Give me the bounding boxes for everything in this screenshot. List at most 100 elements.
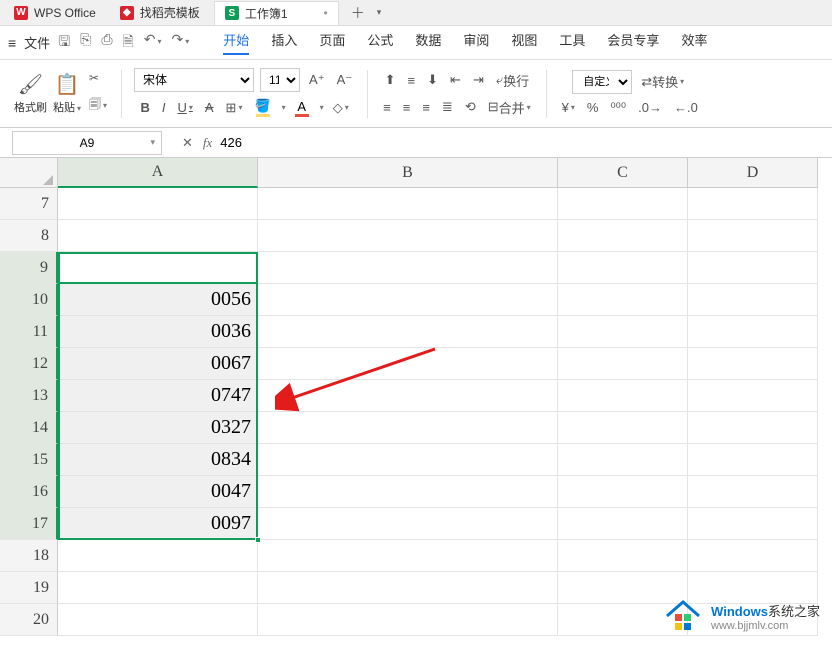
cell[interactable] bbox=[258, 476, 558, 508]
app-tab[interactable]: W WPS Office bbox=[4, 3, 106, 23]
cell[interactable]: 0747 bbox=[58, 380, 258, 412]
cell[interactable] bbox=[688, 476, 818, 508]
align-middle-button[interactable]: ≡ bbox=[405, 71, 419, 90]
cell[interactable] bbox=[258, 444, 558, 476]
row-header[interactable]: 20 bbox=[0, 604, 58, 636]
cell[interactable] bbox=[258, 284, 558, 316]
cell[interactable]: 0327 bbox=[58, 412, 258, 444]
row-header[interactable]: 19 bbox=[0, 572, 58, 604]
increase-decimal-button[interactable]: .0→ bbox=[635, 98, 665, 117]
cell[interactable] bbox=[688, 444, 818, 476]
row-header[interactable]: 13 bbox=[0, 380, 58, 412]
decrease-decimal-button[interactable]: ←.0 bbox=[671, 98, 701, 117]
tab-tools[interactable]: 工具 bbox=[559, 30, 585, 55]
cell[interactable]: 0097 bbox=[58, 508, 258, 540]
currency-button[interactable]: ¥▾ bbox=[559, 98, 578, 117]
save-icon[interactable]: 🖫 bbox=[58, 31, 70, 55]
undo-icon[interactable]: ↶▾ bbox=[144, 31, 162, 55]
column-header[interactable]: B bbox=[258, 158, 558, 188]
italic-button[interactable]: I bbox=[159, 98, 169, 117]
font-size-select[interactable]: 11 bbox=[260, 68, 300, 92]
tab-review[interactable]: 审阅 bbox=[463, 30, 489, 55]
align-bottom-button[interactable]: ⬇ bbox=[424, 70, 441, 90]
underline-button[interactable]: U▾ bbox=[174, 98, 195, 117]
percent-button[interactable]: % bbox=[584, 98, 602, 117]
row-header[interactable]: 14 bbox=[0, 412, 58, 444]
column-header[interactable]: A bbox=[58, 158, 258, 188]
align-left-button[interactable]: ≡ bbox=[380, 98, 394, 117]
cell[interactable] bbox=[688, 508, 818, 540]
cell[interactable] bbox=[258, 380, 558, 412]
fill-handle[interactable] bbox=[255, 537, 261, 543]
cell[interactable] bbox=[688, 412, 818, 444]
cell[interactable] bbox=[258, 188, 558, 220]
cell[interactable] bbox=[688, 540, 818, 572]
cell[interactable]: 0036 bbox=[58, 316, 258, 348]
row-header[interactable]: 16 bbox=[0, 476, 58, 508]
column-header[interactable]: C bbox=[558, 158, 688, 188]
redo-icon[interactable]: ↷▾ bbox=[172, 31, 190, 55]
cell[interactable] bbox=[258, 348, 558, 380]
align-justify-button[interactable]: ≣ bbox=[439, 97, 456, 117]
cell[interactable]: 0426 bbox=[58, 252, 258, 284]
fx-icon[interactable]: fx bbox=[203, 135, 212, 151]
cell[interactable] bbox=[558, 476, 688, 508]
cut-button[interactable]: ✂ bbox=[87, 69, 109, 87]
row-header[interactable]: 8 bbox=[0, 220, 58, 252]
cell[interactable] bbox=[558, 444, 688, 476]
increase-font-button[interactable]: A⁺ bbox=[306, 70, 328, 90]
cell[interactable] bbox=[258, 412, 558, 444]
cell[interactable]: 0047 bbox=[58, 476, 258, 508]
tab-data[interactable]: 数据 bbox=[415, 30, 441, 55]
cell[interactable] bbox=[688, 284, 818, 316]
cell[interactable] bbox=[58, 572, 258, 604]
cell[interactable] bbox=[558, 188, 688, 220]
cell[interactable]: 0067 bbox=[58, 348, 258, 380]
row-header[interactable]: 9 bbox=[0, 252, 58, 284]
cell[interactable] bbox=[258, 316, 558, 348]
cell[interactable] bbox=[558, 316, 688, 348]
cell[interactable] bbox=[58, 220, 258, 252]
decrease-font-button[interactable]: A⁻ bbox=[334, 70, 356, 90]
row-header[interactable]: 7 bbox=[0, 188, 58, 220]
cell[interactable] bbox=[558, 380, 688, 412]
formula-input[interactable] bbox=[212, 131, 832, 155]
cell[interactable] bbox=[558, 252, 688, 284]
tab-view[interactable]: 视图 bbox=[511, 30, 537, 55]
cell[interactable] bbox=[558, 412, 688, 444]
align-top-button[interactable]: ⬆ bbox=[382, 70, 399, 90]
clear-format-button[interactable]: ◇▾ bbox=[330, 98, 352, 118]
indent-increase-button[interactable]: ⇥ bbox=[470, 70, 487, 90]
row-header[interactable]: 18 bbox=[0, 540, 58, 572]
name-box[interactable]: A9 ▾ bbox=[12, 131, 162, 155]
cell[interactable]: 0056 bbox=[58, 284, 258, 316]
cell[interactable] bbox=[688, 220, 818, 252]
cell[interactable] bbox=[258, 604, 558, 636]
cell[interactable]: 0834 bbox=[58, 444, 258, 476]
row-header[interactable]: 11 bbox=[0, 316, 58, 348]
tab-dropdown[interactable]: ▾ bbox=[377, 7, 382, 18]
cell[interactable] bbox=[558, 508, 688, 540]
strike-button[interactable]: A bbox=[202, 98, 217, 117]
namebox-dropdown-icon[interactable]: ▾ bbox=[150, 137, 155, 148]
convert-button[interactable]: ⇄转换▾ bbox=[638, 70, 687, 93]
file-menu[interactable]: 文件 bbox=[24, 33, 50, 52]
orientation-button[interactable]: ⟲ bbox=[462, 97, 479, 117]
cell[interactable] bbox=[688, 380, 818, 412]
tab-formula[interactable]: 公式 bbox=[367, 30, 393, 55]
thousands-button[interactable]: ⁰⁰⁰ bbox=[607, 98, 629, 118]
print-icon[interactable]: ⎙ bbox=[101, 31, 112, 55]
cell[interactable] bbox=[258, 540, 558, 572]
wrap-button[interactable]: ⤶换行 bbox=[493, 69, 532, 92]
align-center-button[interactable]: ≡ bbox=[400, 98, 414, 117]
hamburger-icon[interactable]: ≡ bbox=[8, 35, 16, 51]
cell[interactable] bbox=[258, 252, 558, 284]
cancel-formula-icon[interactable]: ✕ bbox=[182, 135, 193, 151]
workbook-tab[interactable]: S 工作簿1 • bbox=[214, 1, 339, 25]
template-tab[interactable]: ◆ 找稻壳模板 bbox=[110, 1, 210, 24]
cell[interactable] bbox=[688, 348, 818, 380]
copy-button[interactable]: 🗐▾ bbox=[87, 93, 109, 118]
export-icon[interactable]: ⎘ bbox=[80, 31, 91, 55]
cell[interactable] bbox=[688, 316, 818, 348]
fill-color-button[interactable]: 🪣 bbox=[251, 96, 273, 119]
